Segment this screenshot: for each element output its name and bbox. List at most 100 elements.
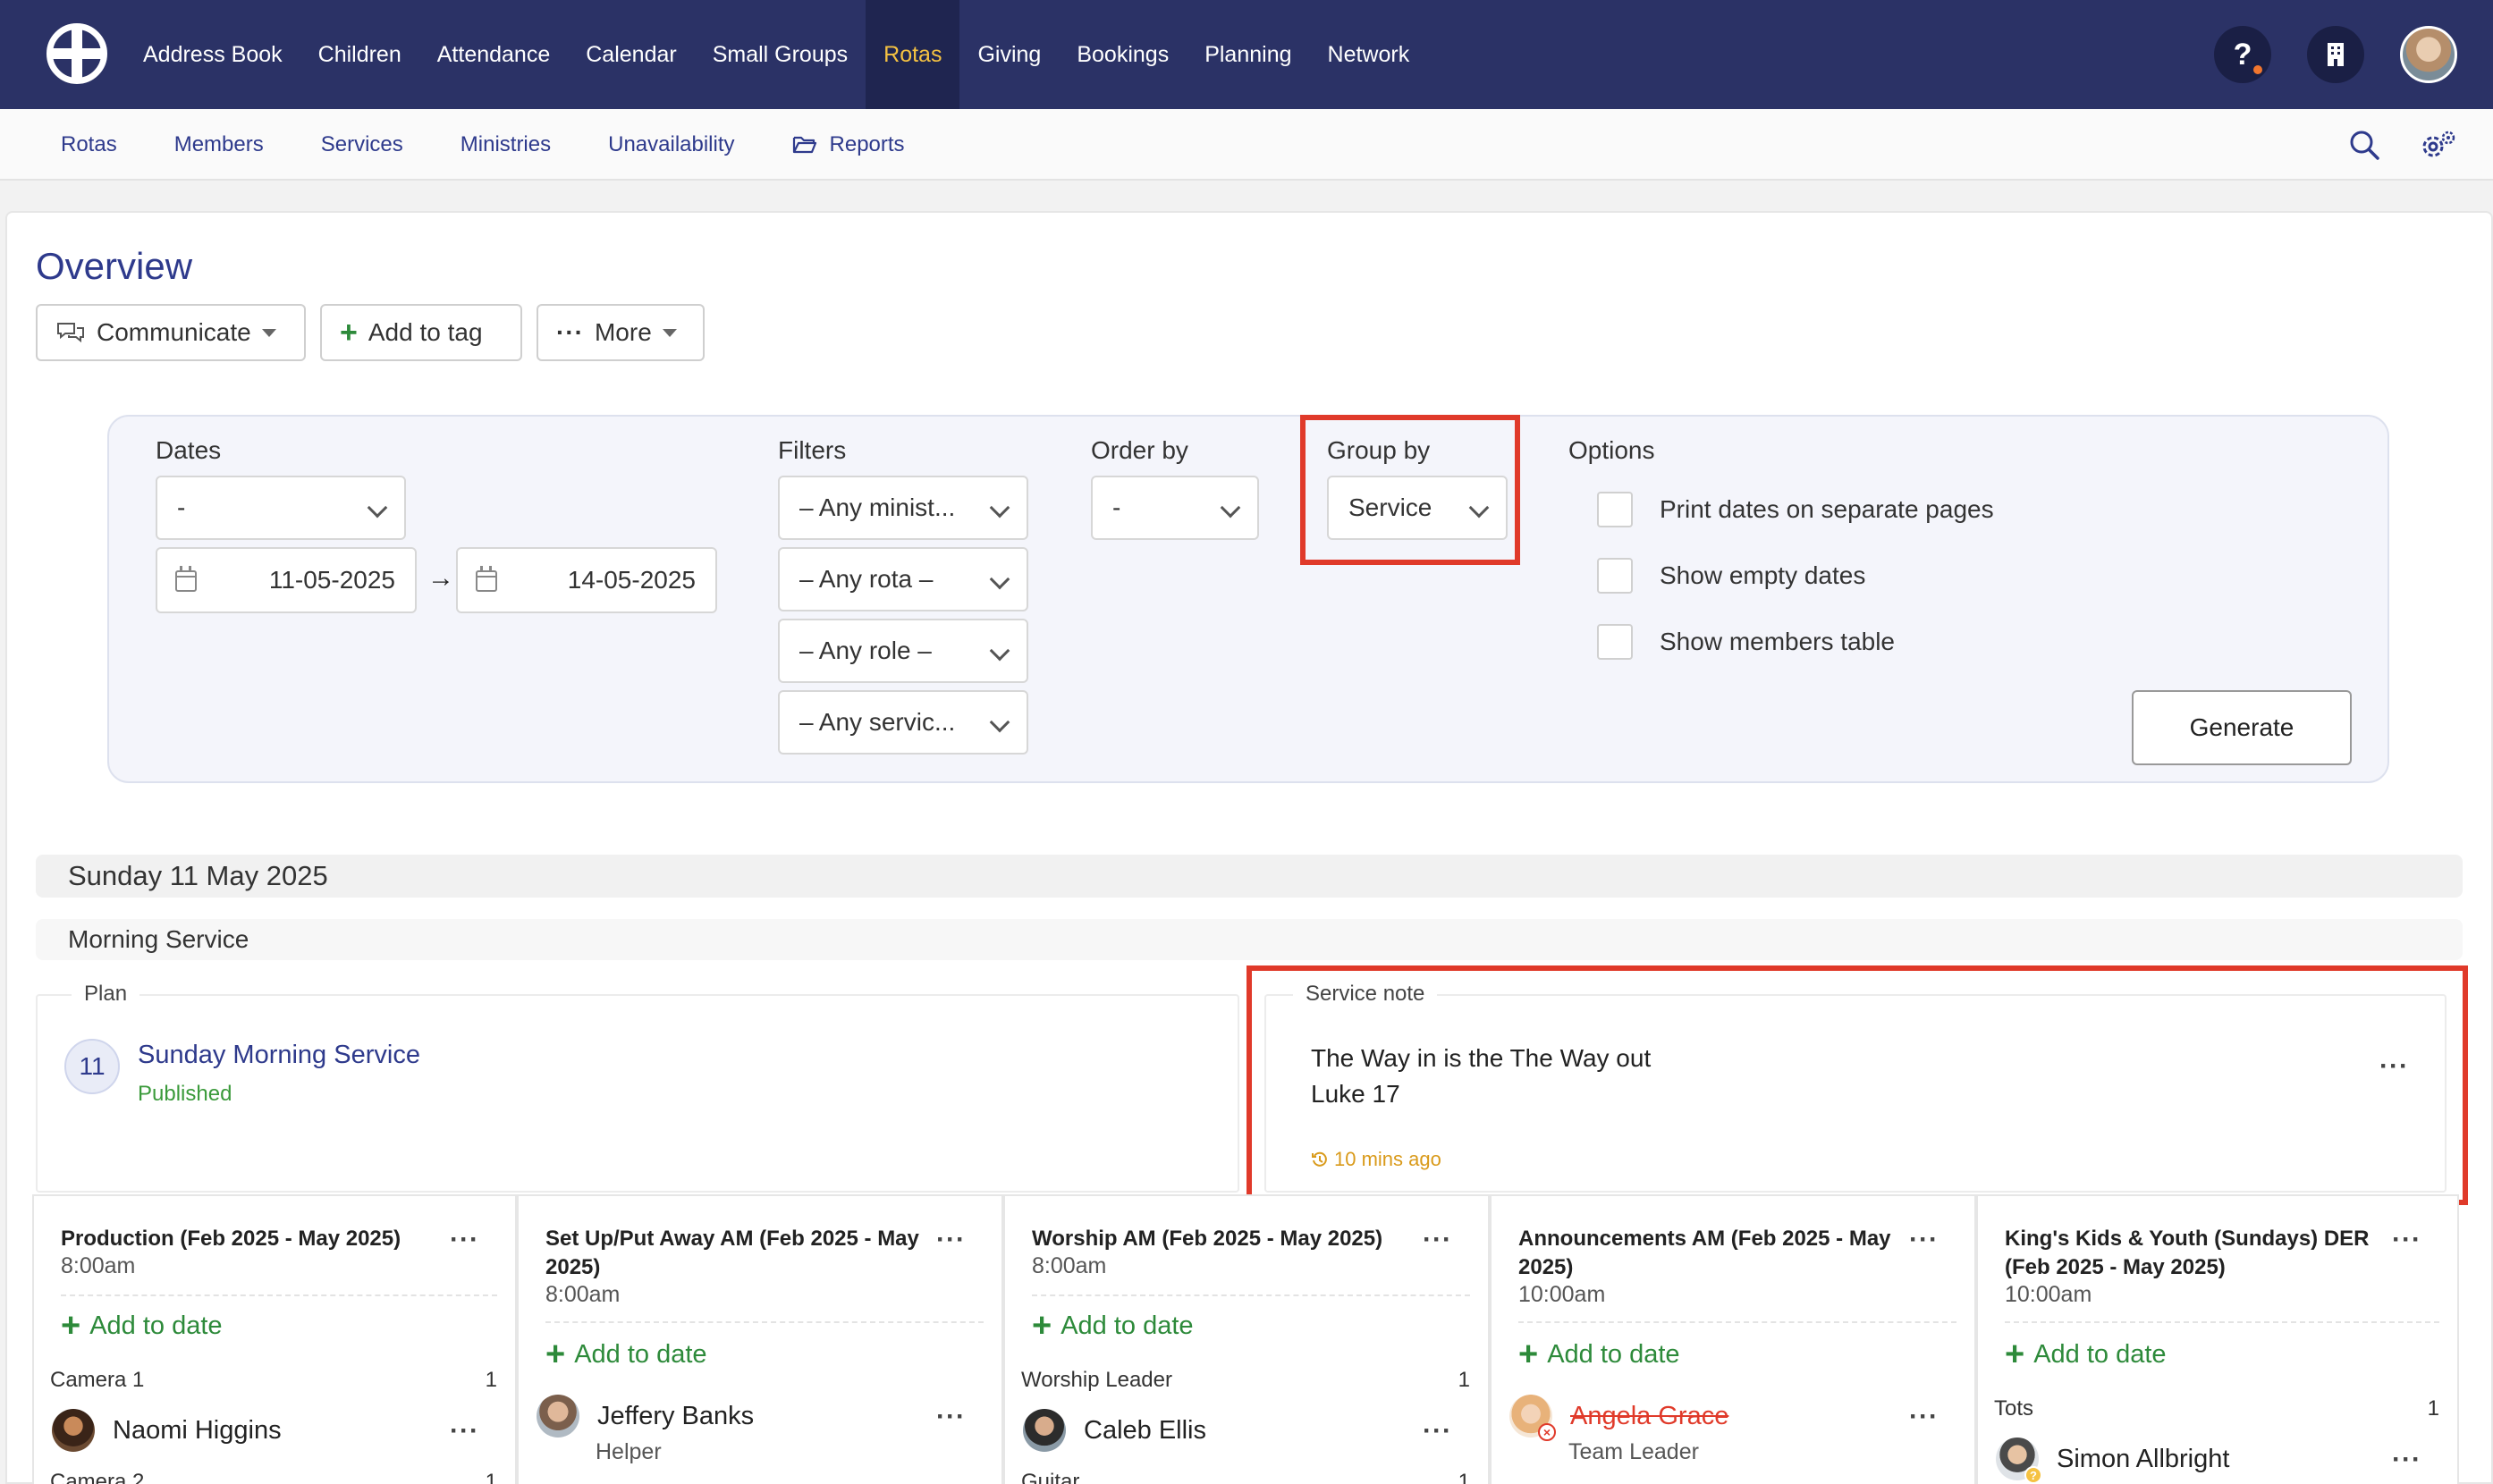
plan-status: Published bbox=[138, 1082, 232, 1106]
caret-down-icon bbox=[662, 328, 677, 337]
notification-dot bbox=[2252, 63, 2264, 76]
caret-down-icon bbox=[261, 328, 276, 337]
person-avatar: × bbox=[1509, 1395, 1556, 1441]
role-name: Camera 1 bbox=[50, 1368, 145, 1392]
search-icon[interactable] bbox=[2348, 129, 2380, 161]
person-name: Naomi Higgins bbox=[113, 1415, 282, 1445]
person-name: Caleb Ellis bbox=[1084, 1415, 1206, 1445]
order-by-value: - bbox=[1112, 493, 1121, 521]
person-menu-icon[interactable]: ··· bbox=[450, 1416, 479, 1446]
person-avatar bbox=[1023, 1409, 1066, 1452]
date-from-input[interactable]: 11-05-2025 bbox=[156, 547, 417, 613]
building-icon[interactable] bbox=[2307, 26, 2364, 83]
nav-rotas[interactable]: Rotas bbox=[866, 0, 960, 109]
user-avatar[interactable] bbox=[2400, 26, 2457, 83]
group-by-highlight bbox=[1300, 415, 1520, 565]
checkbox[interactable] bbox=[1597, 558, 1633, 594]
plus-icon: + bbox=[2005, 1336, 2025, 1373]
chevron-down-icon bbox=[989, 569, 1010, 590]
add-to-date-button[interactable]: + Add to date bbox=[1518, 1337, 1680, 1371]
rota-time: 8:00am bbox=[1032, 1253, 1107, 1278]
option-show-empty-dates[interactable]: Show empty dates bbox=[1597, 558, 1865, 594]
subnav-unavailability[interactable]: Unavailability bbox=[579, 109, 763, 181]
nav-address-book[interactable]: Address Book bbox=[125, 0, 300, 109]
generate-button[interactable]: Generate bbox=[2132, 690, 2352, 765]
chevron-down-icon bbox=[367, 497, 388, 519]
date-from-value: 11-05-2025 bbox=[268, 566, 395, 594]
role-filter-select[interactable]: – Any role – bbox=[778, 619, 1028, 683]
person-name: Jeffery Banks bbox=[597, 1401, 755, 1430]
add-to-date-button[interactable]: + Add to date bbox=[2005, 1337, 2167, 1371]
nav-small-groups[interactable]: Small Groups bbox=[695, 0, 866, 109]
subnav-ministries[interactable]: Ministries bbox=[432, 109, 579, 181]
person-menu-icon[interactable]: ··· bbox=[936, 1402, 966, 1432]
person-row[interactable]: ? Simon Allbright bbox=[1996, 1438, 2229, 1484]
role-row: Guitar 1 bbox=[1021, 1470, 1470, 1484]
add-to-date-button[interactable]: + Add to date bbox=[61, 1309, 223, 1343]
person-menu-icon[interactable]: ··· bbox=[1909, 1402, 1939, 1432]
rota-menu-icon[interactable]: ··· bbox=[2392, 1225, 2421, 1255]
service-note-highlight bbox=[1246, 965, 2468, 1205]
add-to-date-label: Add to date bbox=[2033, 1339, 2167, 1369]
filters-label: Filters bbox=[778, 436, 847, 464]
person-menu-icon[interactable]: ··· bbox=[1423, 1416, 1452, 1446]
add-to-tag-button[interactable]: + Add to tag bbox=[320, 304, 522, 361]
rota-time: 8:00am bbox=[61, 1253, 136, 1278]
date-to-input[interactable]: 14-05-2025 bbox=[456, 547, 717, 613]
ministry-filter-select[interactable]: – Any minist... bbox=[778, 476, 1028, 540]
rota-column-worship: Worship AM (Feb 2025 - May 2025) ··· 8:0… bbox=[1003, 1194, 1490, 1484]
checkbox[interactable] bbox=[1597, 624, 1633, 660]
service-filter-select[interactable]: – Any servic... bbox=[778, 690, 1028, 755]
nav-planning[interactable]: Planning bbox=[1187, 0, 1309, 109]
nav-network[interactable]: Network bbox=[1310, 0, 1428, 109]
chevron-down-icon bbox=[989, 640, 1010, 662]
dates-preset-value: - bbox=[177, 493, 186, 521]
person-row[interactable]: Naomi Higgins bbox=[52, 1409, 282, 1452]
rota-time: 8:00am bbox=[545, 1282, 621, 1307]
rota-menu-icon[interactable]: ··· bbox=[1909, 1225, 1939, 1255]
rota-menu-icon[interactable]: ··· bbox=[450, 1225, 479, 1255]
church-logo-icon[interactable] bbox=[46, 23, 107, 84]
person-row[interactable]: Caleb Ellis bbox=[1023, 1409, 1206, 1452]
person-menu-icon[interactable]: ··· bbox=[2392, 1445, 2421, 1475]
add-to-date-label: Add to date bbox=[89, 1311, 223, 1340]
checkbox[interactable] bbox=[1597, 492, 1633, 527]
add-to-date-label: Add to date bbox=[1547, 1339, 1680, 1369]
person-role: Team Leader bbox=[1568, 1439, 1699, 1464]
subnav-rotas[interactable]: Rotas bbox=[32, 109, 146, 181]
role-filter-value: – Any role – bbox=[799, 637, 932, 664]
person-row[interactable]: × Angela Grace bbox=[1509, 1395, 1728, 1441]
person-row[interactable]: Jeffery Banks bbox=[537, 1395, 754, 1438]
report-filter-panel: Dates - 11-05-2025 → 14-05-2025 Filters … bbox=[107, 415, 2389, 783]
more-button[interactable]: ··· More bbox=[537, 304, 705, 361]
add-to-date-button[interactable]: + Add to date bbox=[545, 1337, 707, 1371]
nav-bookings[interactable]: Bookings bbox=[1059, 0, 1187, 109]
subnav-members[interactable]: Members bbox=[146, 109, 292, 181]
nav-giving[interactable]: Giving bbox=[959, 0, 1059, 109]
top-navbar: Address Book Children Attendance Calenda… bbox=[0, 0, 2493, 109]
plan-title-link[interactable]: Sunday Morning Service bbox=[138, 1041, 420, 1070]
help-icon[interactable]: ? bbox=[2214, 26, 2271, 83]
settings-gears-icon[interactable] bbox=[2420, 129, 2457, 161]
order-by-select[interactable]: - bbox=[1091, 476, 1259, 540]
calendar-icon bbox=[175, 566, 197, 592]
communicate-button[interactable]: Communicate bbox=[36, 304, 306, 361]
role-count: 1 bbox=[2427, 1396, 2439, 1421]
add-to-tag-label: Add to tag bbox=[368, 318, 483, 346]
nav-children[interactable]: Children bbox=[300, 0, 419, 109]
dates-preset-select[interactable]: - bbox=[156, 476, 406, 540]
nav-attendance[interactable]: Attendance bbox=[419, 0, 569, 109]
option-show-members-table[interactable]: Show members table bbox=[1597, 624, 1895, 660]
subnav-reports[interactable]: Reports bbox=[764, 109, 934, 181]
rota-filter-select[interactable]: – Any rota – bbox=[778, 547, 1028, 611]
rota-menu-icon[interactable]: ··· bbox=[936, 1225, 966, 1255]
option-label: Show empty dates bbox=[1660, 561, 1866, 589]
person-avatar: ? bbox=[1996, 1438, 2042, 1484]
add-to-date-button[interactable]: + Add to date bbox=[1032, 1309, 1194, 1343]
subnav-services[interactable]: Services bbox=[292, 109, 432, 181]
person-avatar bbox=[537, 1395, 579, 1438]
nav-calendar[interactable]: Calendar bbox=[568, 0, 694, 109]
rota-menu-icon[interactable]: ··· bbox=[1423, 1225, 1452, 1255]
option-print-separate[interactable]: Print dates on separate pages bbox=[1597, 492, 1994, 527]
chat-bubbles-icon bbox=[57, 323, 84, 343]
